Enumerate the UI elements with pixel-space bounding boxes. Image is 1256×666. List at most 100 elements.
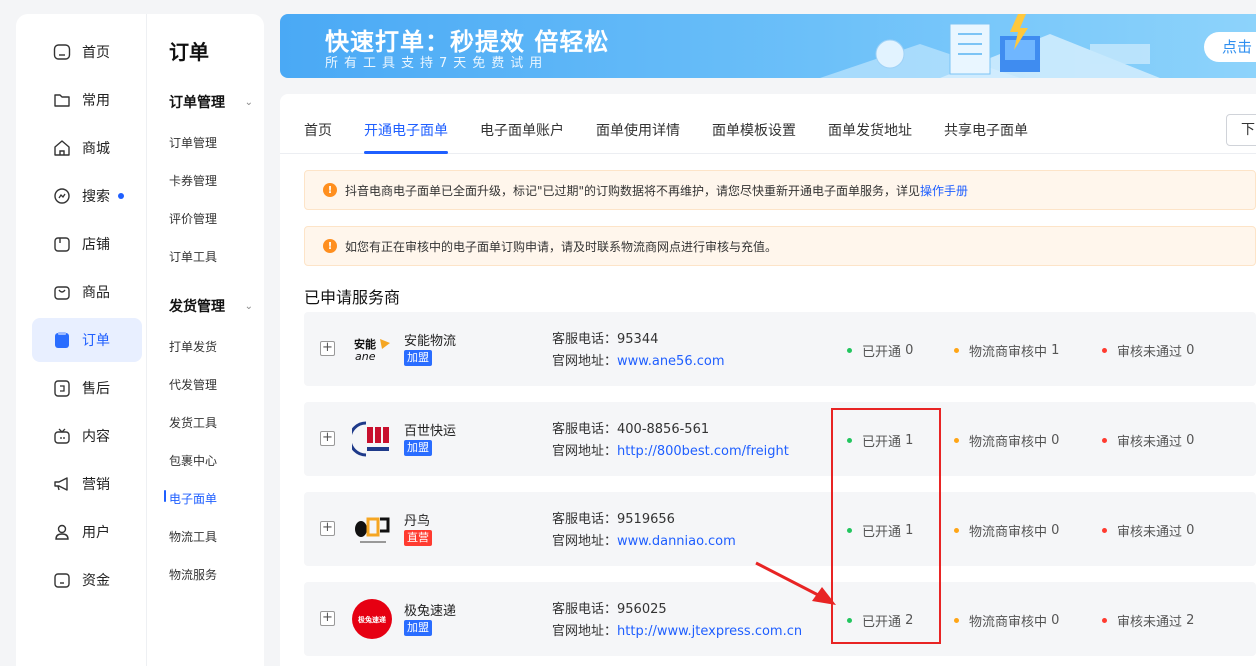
provider-site: 官网地址：http://www.jtexpress.com.cn bbox=[552, 624, 803, 639]
provider-url-link[interactable]: www.ane56.com bbox=[617, 354, 724, 369]
green-dot bbox=[847, 348, 852, 353]
warning-icon: ! bbox=[323, 239, 337, 253]
megaphone-icon bbox=[52, 474, 72, 494]
provider-phone: 客服电话：95344 bbox=[552, 332, 659, 347]
promo-banner[interactable]: 快速打单：秒提效 倍轻松 所有工具支持7天免费试用 点击 bbox=[280, 14, 1256, 78]
submenu-item[interactable]: 发货工具 bbox=[169, 414, 217, 431]
nav-label: 资金 bbox=[82, 573, 110, 589]
nav-label: 首页 bbox=[82, 45, 110, 61]
submenu-item[interactable]: 订单管理 bbox=[169, 134, 217, 151]
nav-item-goods[interactable]: 商品 bbox=[32, 270, 142, 314]
stat-opened: 已开通 2 bbox=[847, 611, 913, 630]
tab-eorder-account[interactable]: 电子面单账户 bbox=[480, 120, 564, 140]
submenu-item[interactable]: 物流服务 bbox=[169, 566, 217, 583]
red-dot bbox=[1102, 528, 1107, 533]
expand-button[interactable]: + bbox=[320, 431, 335, 446]
nav-item-common[interactable]: 常用 bbox=[32, 78, 142, 122]
tab-template-settings[interactable]: 面单模板设置 bbox=[712, 120, 796, 140]
nav-item-order[interactable]: 订单 bbox=[32, 318, 142, 362]
best-logo bbox=[352, 419, 392, 459]
expand-button[interactable]: + bbox=[320, 341, 335, 356]
svg-text:极兔速递: 极兔速递 bbox=[358, 615, 387, 624]
jtexpress-logo: 极兔速递 bbox=[352, 599, 392, 639]
orange-dot bbox=[954, 618, 959, 623]
submenu-item[interactable]: 订单工具 bbox=[169, 248, 217, 265]
submenu-item-active[interactable]: 电子面单 bbox=[169, 490, 217, 507]
notice-text: 如您有正在审核中的电子面单订购申请，请及时联系物流商网点进行审核与充值。 bbox=[345, 239, 778, 254]
provider-url-link[interactable]: http://www.jtexpress.com.cn bbox=[617, 624, 802, 639]
provider-badge: 加盟 bbox=[404, 350, 432, 366]
banner-subtitle: 所有工具支持7天免费试用 bbox=[325, 56, 549, 71]
nav-item-marketing[interactable]: 营销 bbox=[32, 462, 142, 506]
provider-phone: 客服电话：956025 bbox=[552, 602, 667, 617]
tv-icon bbox=[52, 426, 72, 446]
stat-rejected: 审核未通过 0 bbox=[1102, 341, 1194, 360]
tab-usage-details[interactable]: 面单使用详情 bbox=[596, 120, 680, 140]
tab-open-eorder[interactable]: 开通电子面单 bbox=[364, 120, 448, 140]
svg-text:ane: ane bbox=[355, 350, 376, 363]
provider-name: 丹鸟 bbox=[404, 514, 431, 529]
green-dot bbox=[847, 438, 852, 443]
tab-shared-eorder[interactable]: 共享电子面单 bbox=[944, 120, 1028, 140]
active-tab-underline bbox=[364, 151, 448, 154]
ane-logo: 安能 ane bbox=[352, 329, 392, 369]
expand-button[interactable]: + bbox=[320, 521, 335, 536]
nav-item-aftersale[interactable]: 售后 bbox=[32, 366, 142, 410]
stat-rejected: 审核未通过 0 bbox=[1102, 431, 1194, 450]
provider-site: 官网地址：www.ane56.com bbox=[552, 354, 725, 369]
house-icon bbox=[52, 138, 72, 158]
store-icon bbox=[52, 234, 72, 254]
submenu-group-shipping-management[interactable]: 发货管理 ⌄ bbox=[169, 296, 253, 316]
stat-reviewing: 物流商审核中 0 bbox=[954, 431, 1059, 450]
nav-label: 内容 bbox=[82, 429, 110, 445]
expand-button[interactable]: + bbox=[320, 611, 335, 626]
svg-text:安能: 安能 bbox=[354, 337, 376, 351]
refund-icon bbox=[52, 378, 72, 398]
green-dot bbox=[847, 618, 852, 623]
group-label: 发货管理 bbox=[169, 299, 225, 315]
orange-dot bbox=[954, 528, 959, 533]
manual-link[interactable]: 操作手册 bbox=[920, 184, 968, 198]
provider-site: 官网地址：www.danniao.com bbox=[552, 534, 736, 549]
red-dot bbox=[1102, 348, 1107, 353]
submenu-item[interactable]: 物流工具 bbox=[169, 528, 217, 545]
notice-banner: ! 抖音电商电子面单已全面升级，标记"已过期"的订购数据将不再维护，请您尽快重新… bbox=[304, 170, 1256, 210]
chevron-down-icon: ⌄ bbox=[244, 300, 253, 312]
danniao-logo bbox=[352, 509, 392, 549]
tab-home[interactable]: 首页 bbox=[304, 120, 332, 140]
nav-item-search[interactable]: 搜索 bbox=[32, 174, 142, 218]
submenu-item[interactable]: 卡券管理 bbox=[169, 172, 217, 189]
nav-item-content[interactable]: 内容 bbox=[32, 414, 142, 458]
nav-item-home[interactable]: 首页 bbox=[32, 30, 142, 74]
submenu-item[interactable]: 打单发货 bbox=[169, 338, 217, 355]
notice-text: 抖音电商电子面单已全面升级，标记"已过期"的订购数据将不再维护，请您尽快重新开通… bbox=[345, 183, 969, 198]
provider-row: + 丹鸟 直营 客服电话：9519656 官网地址：www.danniao.co… bbox=[304, 492, 1256, 566]
folder-icon bbox=[52, 90, 72, 110]
stat-rejected: 审核未通过 0 bbox=[1102, 521, 1194, 540]
provider-name: 安能物流 bbox=[404, 334, 457, 349]
nav-item-funds[interactable]: 资金 bbox=[32, 558, 142, 602]
nav-item-mall[interactable]: 商城 bbox=[32, 126, 142, 170]
bag-icon bbox=[52, 282, 72, 302]
provider-site: 官网地址：http://800best.com/freight bbox=[552, 444, 789, 459]
provider-row: + 百世快运 加盟 客服电话：400-8856-561 官网地址：http://… bbox=[304, 402, 1256, 476]
submenu-item[interactable]: 包裹中心 bbox=[169, 452, 217, 469]
submenu-item[interactable]: 评价管理 bbox=[169, 210, 217, 227]
provider-name: 极兔速递 bbox=[404, 604, 457, 619]
nav-item-users[interactable]: 用户 bbox=[32, 510, 142, 554]
submenu-title: 订单 bbox=[169, 40, 209, 64]
provider-url-link[interactable]: www.danniao.com bbox=[617, 534, 736, 549]
active-indicator bbox=[164, 490, 166, 502]
nav-item-store[interactable]: 店铺 bbox=[32, 222, 142, 266]
green-dot bbox=[847, 528, 852, 533]
warning-icon: ! bbox=[323, 183, 337, 197]
submenu-group-order-management[interactable]: 订单管理 ⌄ bbox=[169, 92, 253, 112]
nav-label: 用户 bbox=[82, 525, 110, 541]
provider-phone: 客服电话：400-8856-561 bbox=[552, 422, 710, 437]
banner-cta-button[interactable]: 点击 bbox=[1204, 32, 1256, 62]
download-button[interactable]: 下 bbox=[1226, 114, 1256, 146]
tab-shipping-address[interactable]: 面单发货地址 bbox=[828, 120, 912, 140]
provider-badge: 直营 bbox=[404, 530, 432, 546]
submenu-item[interactable]: 代发管理 bbox=[169, 376, 217, 393]
provider-url-link[interactable]: http://800best.com/freight bbox=[617, 444, 789, 459]
